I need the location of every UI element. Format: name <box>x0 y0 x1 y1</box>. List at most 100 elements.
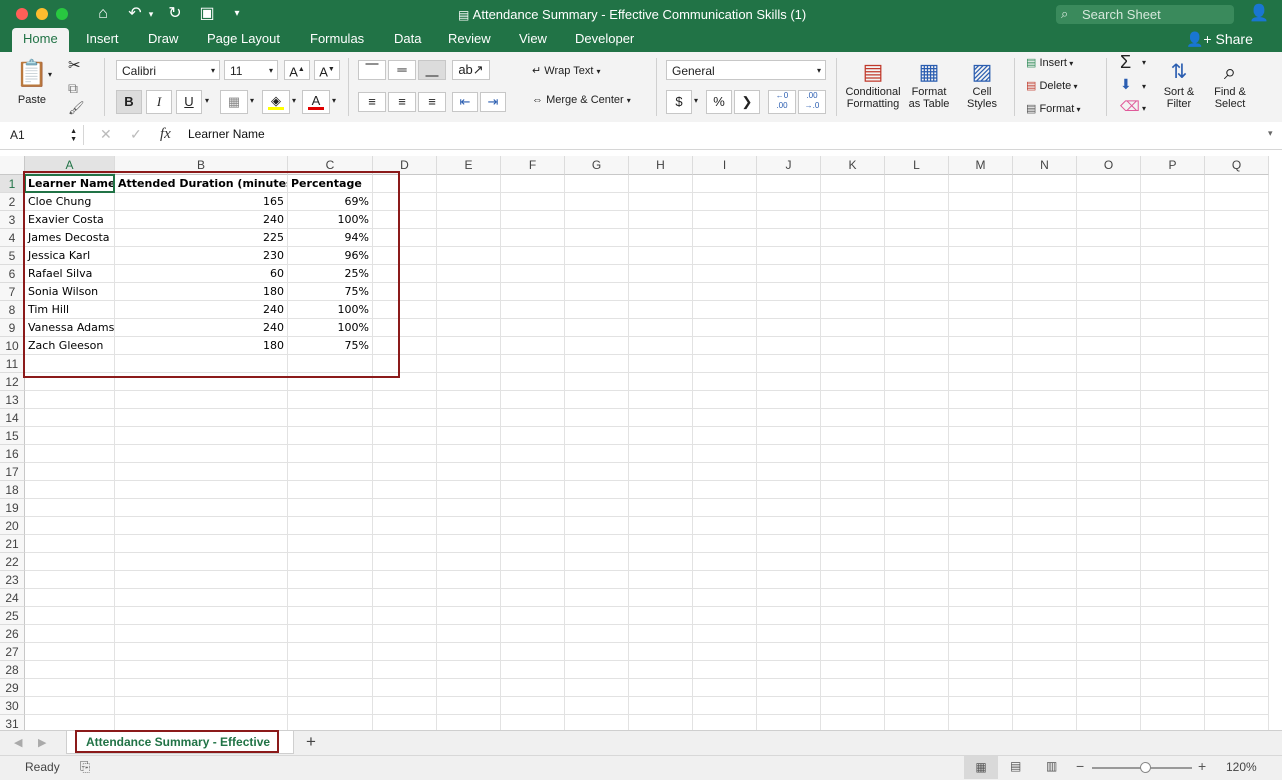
orientation-button[interactable]: ab↗ <box>452 60 490 80</box>
cell[interactable] <box>693 499 757 517</box>
cell[interactable] <box>1077 175 1141 193</box>
cell[interactable] <box>949 535 1013 553</box>
cell[interactable] <box>437 607 501 625</box>
cell[interactable] <box>25 661 115 679</box>
cell[interactable] <box>1013 193 1077 211</box>
cell[interactable] <box>373 445 437 463</box>
cell[interactable] <box>693 355 757 373</box>
cell[interactable] <box>629 517 693 535</box>
cell[interactable] <box>1141 463 1205 481</box>
cell[interactable] <box>25 679 115 697</box>
cell[interactable] <box>821 661 885 679</box>
zoom-level[interactable]: 120% <box>1226 760 1257 774</box>
font-name-select[interactable]: Calibri ▾ <box>116 60 220 80</box>
cell[interactable] <box>373 679 437 697</box>
cell[interactable] <box>1141 247 1205 265</box>
cell[interactable] <box>629 373 693 391</box>
cell[interactable] <box>885 211 949 229</box>
autosum-dropdown-icon[interactable]: ▾ <box>1142 58 1146 67</box>
cell[interactable] <box>693 517 757 535</box>
cell[interactable] <box>373 643 437 661</box>
formula-input[interactable]: Learner Name <box>188 127 265 141</box>
column-header-m[interactable]: M <box>949 156 1013 175</box>
cell[interactable] <box>693 391 757 409</box>
column-header-h[interactable]: H <box>629 156 693 175</box>
cell[interactable] <box>821 535 885 553</box>
table-data-cell[interactable]: 225 <box>115 229 288 247</box>
cell[interactable] <box>693 427 757 445</box>
cell[interactable] <box>1205 589 1269 607</box>
cell[interactable] <box>115 427 288 445</box>
cell[interactable] <box>437 463 501 481</box>
cell[interactable] <box>1013 571 1077 589</box>
cell[interactable] <box>949 337 1013 355</box>
cell[interactable] <box>437 445 501 463</box>
cell[interactable] <box>373 661 437 679</box>
cell[interactable] <box>1141 535 1205 553</box>
cell[interactable] <box>565 373 629 391</box>
cell[interactable] <box>757 661 821 679</box>
cell[interactable] <box>629 553 693 571</box>
cell[interactable] <box>693 679 757 697</box>
cell[interactable] <box>757 679 821 697</box>
cell[interactable] <box>288 607 373 625</box>
cell[interactable] <box>821 391 885 409</box>
align-top-button[interactable]: ⎺ <box>358 60 386 80</box>
add-sheet-button[interactable]: + <box>306 732 316 752</box>
cell[interactable] <box>693 445 757 463</box>
cell[interactable] <box>373 301 437 319</box>
cell[interactable] <box>629 625 693 643</box>
align-middle-button[interactable]: ═ <box>388 60 416 80</box>
cell[interactable] <box>1141 643 1205 661</box>
confirm-entry-icon[interactable]: ✓ <box>130 126 142 143</box>
decrease-indent-button[interactable]: ⇤ <box>452 92 478 112</box>
row-header-22[interactable]: 22 <box>0 553 25 571</box>
cell[interactable] <box>821 175 885 193</box>
cell[interactable] <box>949 625 1013 643</box>
cell[interactable] <box>1077 193 1141 211</box>
cell[interactable] <box>693 211 757 229</box>
cell[interactable] <box>1141 337 1205 355</box>
cell[interactable] <box>437 643 501 661</box>
redo-icon[interactable]: ↻ <box>164 4 186 24</box>
table-data-cell[interactable]: Vanessa Adams <box>25 319 115 337</box>
cell[interactable] <box>949 409 1013 427</box>
cell[interactable] <box>1077 427 1141 445</box>
cell[interactable] <box>757 193 821 211</box>
cell[interactable] <box>1013 355 1077 373</box>
cell[interactable] <box>949 355 1013 373</box>
cell[interactable] <box>1205 643 1269 661</box>
macro-recording-icon[interactable]: ⎘ <box>80 759 90 775</box>
cell[interactable] <box>565 607 629 625</box>
row-header-24[interactable]: 24 <box>0 589 25 607</box>
row-header-28[interactable]: 28 <box>0 661 25 679</box>
cell[interactable] <box>1141 319 1205 337</box>
row-header-20[interactable]: 20 <box>0 517 25 535</box>
fill-color-dropdown-icon[interactable]: ▾ <box>292 96 296 105</box>
cell[interactable] <box>693 643 757 661</box>
cell[interactable] <box>885 607 949 625</box>
cell[interactable] <box>1013 301 1077 319</box>
cell[interactable] <box>501 607 565 625</box>
table-data-cell[interactable]: 96% <box>288 247 373 265</box>
row-header-12[interactable]: 12 <box>0 373 25 391</box>
cell[interactable] <box>757 355 821 373</box>
cell[interactable] <box>1013 175 1077 193</box>
cell[interactable] <box>693 337 757 355</box>
cell[interactable] <box>693 589 757 607</box>
cell[interactable] <box>821 373 885 391</box>
cell[interactable] <box>949 283 1013 301</box>
table-data-cell[interactable]: Sonia Wilson <box>25 283 115 301</box>
cell[interactable] <box>629 211 693 229</box>
cell[interactable] <box>821 517 885 535</box>
cell[interactable] <box>437 247 501 265</box>
cell[interactable] <box>501 319 565 337</box>
cell[interactable] <box>115 373 288 391</box>
cell[interactable] <box>501 193 565 211</box>
cell[interactable] <box>1077 373 1141 391</box>
cell[interactable] <box>288 643 373 661</box>
cell[interactable] <box>501 283 565 301</box>
table-data-cell[interactable]: Zach Gleeson <box>25 337 115 355</box>
row-header-31[interactable]: 31 <box>0 715 25 730</box>
account-icon[interactable]: 👤 <box>1248 4 1270 24</box>
